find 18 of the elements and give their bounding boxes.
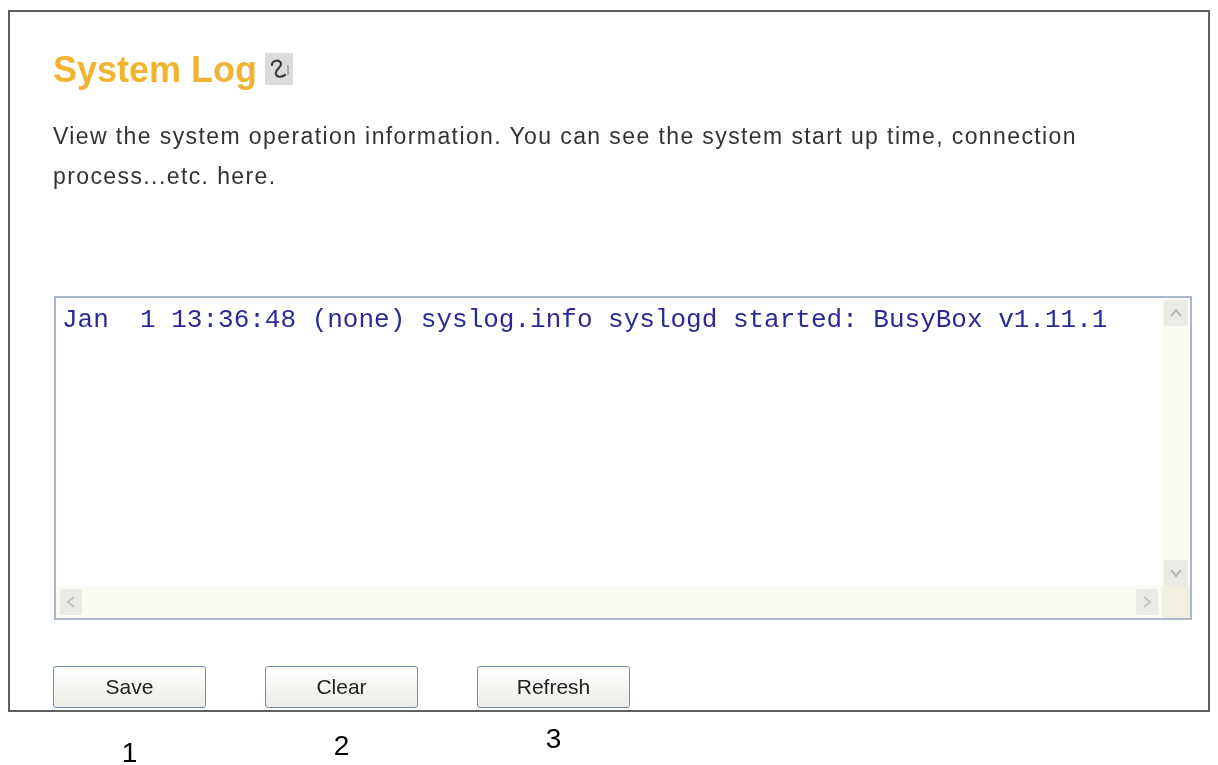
vertical-scrollbar[interactable]	[1162, 298, 1190, 618]
chevron-down-icon[interactable]	[1164, 560, 1188, 586]
help-icon[interactable]	[265, 53, 294, 85]
chevron-right-icon[interactable]	[1136, 589, 1158, 615]
action-button[interactable]: Clear	[265, 666, 418, 708]
page-title: System Log	[53, 50, 258, 90]
log-textarea[interactable]: Jan 1 13:36:48 (none) syslog.info syslogd started: BusyBox v1.11.1	[54, 296, 1192, 620]
horizontal-scrollbar[interactable]	[56, 586, 1162, 618]
log-line: Jan 1 13:36:48 (none) syslog.info syslogd started: BusyBox v1.11.1	[62, 304, 1109, 336]
chevron-up-icon[interactable]	[1164, 300, 1188, 326]
callout-number: 1	[121, 738, 138, 765]
chevron-left-icon[interactable]	[60, 589, 82, 615]
action-button[interactable]: Save	[53, 666, 206, 708]
action-button[interactable]: Refresh	[477, 666, 630, 708]
page-description: View the system operation information. You can see the system start up time, connection process...etc. here.	[53, 122, 1078, 191]
scrollbar-corner	[1162, 586, 1190, 618]
callout-number: 2	[333, 731, 350, 763]
callout-number: 3	[545, 724, 562, 756]
